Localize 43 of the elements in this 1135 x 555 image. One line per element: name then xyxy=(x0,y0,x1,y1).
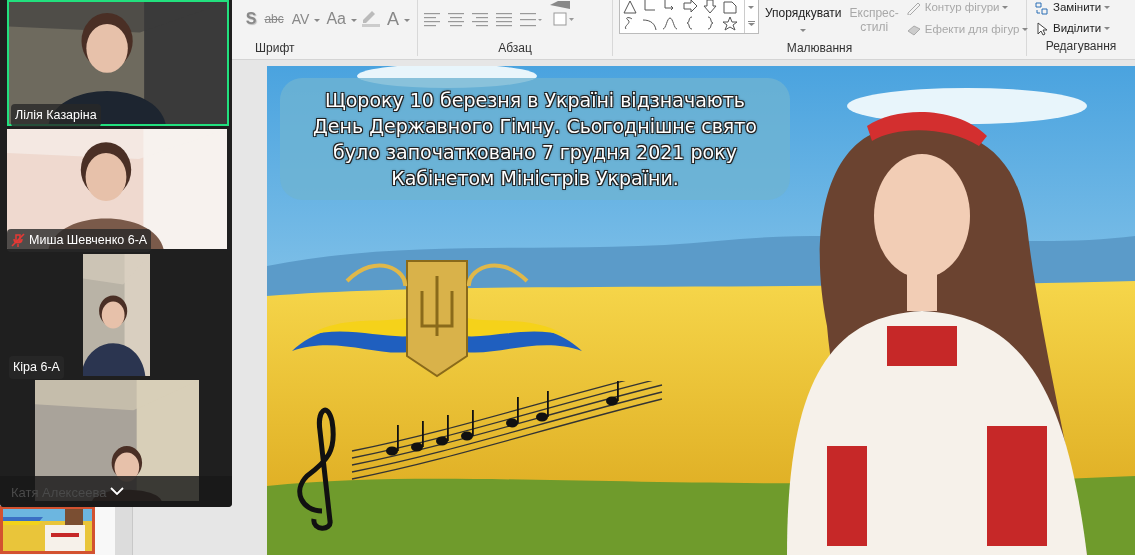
replace-icon[interactable] xyxy=(1034,0,1050,15)
chevron-down-icon[interactable] xyxy=(110,487,124,495)
columns-icon[interactable] xyxy=(520,13,542,27)
scroll-down-icon[interactable] xyxy=(748,5,755,10)
caret-icon[interactable] xyxy=(799,28,807,33)
star-icon[interactable] xyxy=(722,16,738,31)
group-label: Малювання xyxy=(785,40,854,56)
group-label: Абзац xyxy=(497,40,533,56)
select-button[interactable]: Виділити xyxy=(1033,19,1113,38)
arc-icon[interactable] xyxy=(642,16,658,31)
participant-name: Лілія Казаріна xyxy=(11,104,101,127)
participant-name: Кіра 6-А xyxy=(9,356,64,379)
participant-name: Миша Шевченко 6-А xyxy=(7,229,152,252)
more-icon[interactable] xyxy=(748,21,755,28)
caret-icon[interactable] xyxy=(314,19,322,23)
muted-mic-icon xyxy=(11,233,25,248)
text-shadow-button[interactable]: S xyxy=(242,10,260,28)
scrollbar[interactable] xyxy=(115,507,133,555)
character-spacing-button[interactable]: AV xyxy=(288,10,313,28)
folded-corner-icon[interactable] xyxy=(722,0,738,15)
group-label: Редагування xyxy=(1044,38,1118,54)
align-center-icon[interactable] xyxy=(448,13,464,27)
arrange-button[interactable]: Упорядкувати xyxy=(763,6,844,34)
curve-icon[interactable] xyxy=(662,16,678,31)
cursor-icon[interactable] xyxy=(1034,21,1050,36)
shapes-gallery[interactable] xyxy=(619,0,759,34)
caret-icon[interactable] xyxy=(351,19,358,23)
caret-icon[interactable] xyxy=(404,19,411,23)
caret-icon[interactable] xyxy=(1104,5,1112,10)
change-case-button[interactable]: Aa xyxy=(323,10,349,28)
caret-icon[interactable] xyxy=(1104,26,1112,31)
align-left-icon[interactable] xyxy=(424,13,440,27)
text-direction-icon[interactable] xyxy=(550,1,574,27)
font-color-button[interactable]: A xyxy=(384,10,402,28)
align-right-icon[interactable] xyxy=(472,13,488,27)
down-arrow-icon[interactable] xyxy=(702,0,718,15)
strikethrough-button[interactable]: abc xyxy=(261,10,287,28)
replace-button[interactable]: Замінити xyxy=(1033,0,1113,17)
right-arrow-icon[interactable] xyxy=(682,0,698,15)
triangle-icon[interactable] xyxy=(622,0,638,15)
group-label: Шрифт xyxy=(255,40,295,56)
justify-icon[interactable] xyxy=(496,13,512,27)
slide-text: Щороку 10 березня в Україні відзначають День Державного Гімну. Сьогоднішнє свято було започатковано 7 грудня 2021 року Кабінетом Міністрів України. xyxy=(280,78,790,200)
